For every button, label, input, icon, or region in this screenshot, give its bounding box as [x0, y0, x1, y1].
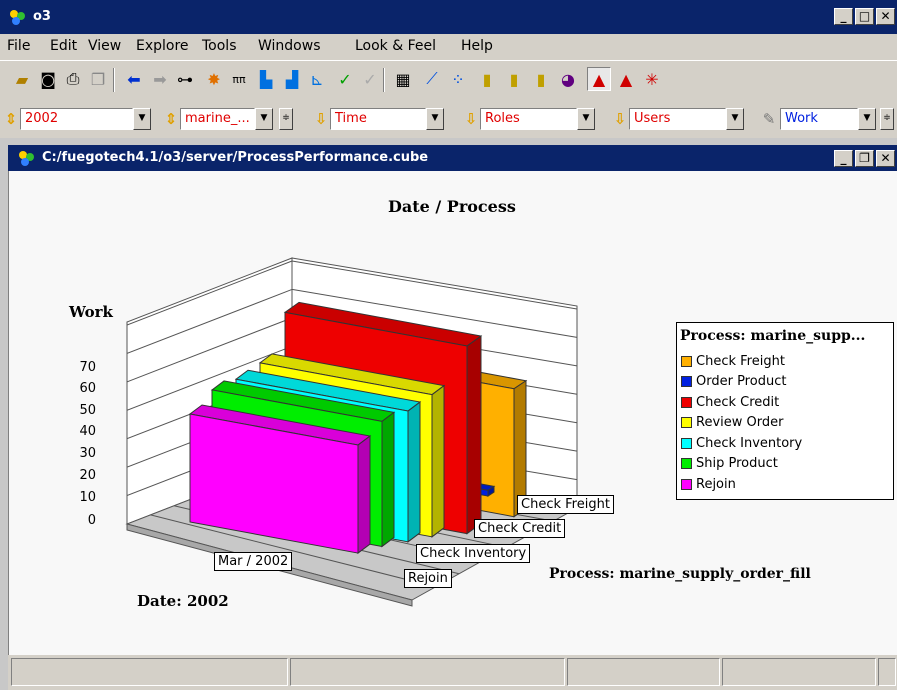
y-tick-label: 40 [79, 424, 96, 439]
legend-label: Ship Product [696, 456, 778, 471]
y-tick-label: 50 [79, 403, 96, 418]
status-cell [11, 658, 288, 686]
legend-title: Process: marine_supp... [680, 328, 866, 344]
legend-item: Order Product [681, 374, 786, 389]
process-tick-label: Check Freight [517, 495, 614, 514]
legend-item: Rejoin [681, 477, 736, 492]
y-tick-label: 20 [79, 468, 96, 483]
legend-swatch [681, 438, 692, 449]
chart-legend [676, 322, 894, 500]
y-tick-label: 0 [87, 513, 96, 528]
process-tick-label: Check Credit [474, 519, 566, 538]
bar-side [407, 401, 421, 543]
legend-item: Review Order [681, 415, 783, 430]
legend-label: Check Inventory [696, 436, 803, 451]
chart-title: Date / Process [388, 197, 516, 216]
legend-label: Order Product [696, 374, 787, 389]
legend-swatch [681, 458, 692, 469]
bar-side [466, 335, 482, 535]
status-cell [722, 658, 876, 686]
y-tick-label: 30 [79, 446, 96, 461]
status-cell [567, 658, 720, 686]
legend-item: Check Inventory [681, 436, 802, 451]
legend-label: Check Freight [696, 354, 785, 369]
legend-item: Check Freight [681, 354, 785, 369]
legend-swatch [681, 356, 692, 367]
status-cell [878, 658, 896, 686]
y-tick-label: 60 [79, 381, 96, 396]
bar-side [357, 435, 371, 555]
legend-label: Check Credit [696, 395, 780, 410]
date-tick-label: Mar / 2002 [214, 552, 293, 571]
process-tick-label: Rejoin [404, 569, 452, 588]
y-axis-label: Work [69, 303, 113, 321]
legend-item: Ship Product [681, 456, 778, 471]
y-tick-label: 70 [79, 360, 96, 375]
legend-label: Rejoin [696, 477, 736, 492]
legend-swatch [681, 397, 692, 408]
status-cell [290, 658, 565, 686]
process-tick-label: Check Inventory [416, 544, 531, 563]
bar-side [381, 411, 395, 548]
legend-swatch [681, 417, 692, 428]
y-tick-label: 10 [79, 490, 96, 505]
legend-label: Review Order [696, 415, 784, 430]
legend-swatch [681, 376, 692, 387]
legend-swatch [681, 479, 692, 490]
legend-item: Check Credit [681, 395, 779, 410]
date-axis-label: Date: 2002 [137, 592, 229, 610]
process-axis-label: Process: marine_supply_order_fill [549, 566, 811, 582]
bar-side [431, 384, 445, 538]
